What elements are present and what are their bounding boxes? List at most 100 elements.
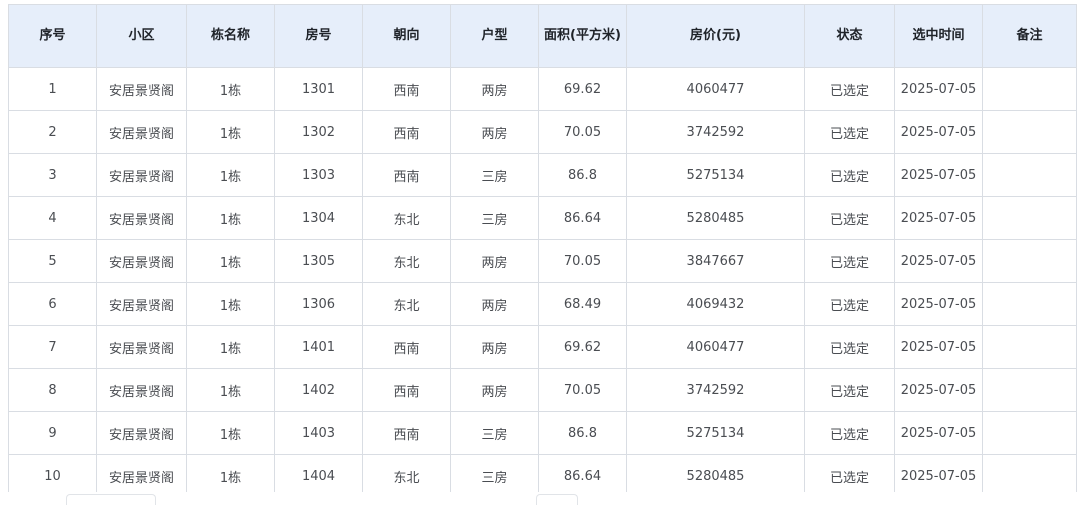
cell-price: 4060477 [626,67,805,111]
cell-status: 已选定 [804,196,895,240]
cell-selected-time: 2025-07-05 [894,153,983,197]
table-row: 8 安居景贤阁 1栋 1402 西南 两房 70.05 3742592 已选定 2025-07-0… [8,368,1077,412]
cell-layout: 两房 [450,282,539,326]
table-row: 4 安居景贤阁 1栋 1304 东北 三房 86.64 5280485 已选定 2025-07-0… [8,196,1077,240]
cell-remarks [982,282,1077,326]
cell-status: 已选定 [804,67,895,111]
cell-layout: 三房 [450,153,539,197]
cell-layout: 两房 [450,67,539,111]
cell-index: 6 [8,282,97,326]
cell-selected-time: 2025-07-05 [894,196,983,240]
cell-orientation: 西南 [362,411,451,455]
cell-status: 已选定 [804,411,895,455]
cell-remarks [982,411,1077,455]
cell-area: 86.64 [538,196,627,240]
cell-status: 已选定 [804,110,895,154]
table-row: 3 安居景贤阁 1栋 1303 西南 三房 86.8 5275134 已选定 2025-07-05 [8,153,1077,197]
cell-building: 1栋 [186,110,275,154]
cell-building: 1栋 [186,153,275,197]
cell-community: 安居景贤阁 [96,239,187,283]
cell-area: 68.49 [538,282,627,326]
cell-area: 69.62 [538,67,627,111]
cell-area: 70.05 [538,239,627,283]
table-body: 1 安居景贤阁 1栋 1301 西南 两房 69.62 4060477 已选定 2025-07-0… [8,67,1077,498]
column-header-room-number: 房号 [274,4,363,68]
cell-remarks [982,196,1077,240]
cell-community: 安居景贤阁 [96,325,187,369]
table-row: 9 安居景贤阁 1栋 1403 西南 三房 86.8 5275134 已选定 2025-07-05 [8,411,1077,455]
page-jump-input[interactable] [536,494,578,505]
cell-community: 安居景贤阁 [96,67,187,111]
cell-index: 1 [8,67,97,111]
cell-selected-time: 2025-07-05 [894,411,983,455]
column-header-orientation: 朝向 [362,4,451,68]
cell-selected-time: 2025-07-05 [894,282,983,326]
cell-building: 1栋 [186,239,275,283]
cell-orientation: 东北 [362,196,451,240]
cell-selected-time: 2025-07-05 [894,368,983,412]
cell-status: 已选定 [804,239,895,283]
table-row: 5 安居景贤阁 1栋 1305 东北 两房 70.05 3847667 已选定 2025-07-0… [8,239,1077,283]
cell-remarks [982,153,1077,197]
cell-status: 已选定 [804,368,895,412]
cell-index: 7 [8,325,97,369]
cell-area: 70.05 [538,110,627,154]
cell-community: 安居景贤阁 [96,368,187,412]
column-header-community: 小区 [96,4,187,68]
cell-index: 3 [8,153,97,197]
cell-status: 已选定 [804,282,895,326]
cell-building: 1栋 [186,282,275,326]
house-selection-table-container: 序号 小区 栋名称 房号 朝向 户型 面积(平方米) 房价(元) 状态 选中时间 备注 1 安居景贤阁… [8,4,1077,498]
cell-room-number: 1402 [274,368,363,412]
cell-remarks [982,110,1077,154]
page-size-select[interactable] [66,494,156,505]
cell-orientation: 西南 [362,67,451,111]
table-row: 7 安居景贤阁 1栋 1401 西南 两房 69.62 4060477 已选定 2025-07-0… [8,325,1077,369]
cell-room-number: 1304 [274,196,363,240]
column-header-layout: 户型 [450,4,539,68]
cell-price: 3742592 [626,368,805,412]
cell-selected-time: 2025-07-05 [894,67,983,111]
cell-room-number: 1301 [274,67,363,111]
cell-community: 安居景贤阁 [96,282,187,326]
cell-layout: 三房 [450,411,539,455]
cell-room-number: 1403 [274,411,363,455]
cell-area: 86.8 [538,153,627,197]
cell-price: 5275134 [626,153,805,197]
table-header-row: 序号 小区 栋名称 房号 朝向 户型 面积(平方米) 房价(元) 状态 选中时间 备注 [8,4,1077,68]
column-header-remarks: 备注 [982,4,1077,68]
cell-orientation: 西南 [362,368,451,412]
column-header-price: 房价(元) [626,4,805,68]
cell-building: 1栋 [186,325,275,369]
cell-selected-time: 2025-07-05 [894,110,983,154]
cell-orientation: 东北 [362,239,451,283]
cell-layout: 两房 [450,368,539,412]
table-row: 6 安居景贤阁 1栋 1306 东北 两房 68.49 4069432 已选定 2025-07-0… [8,282,1077,326]
cell-area: 70.05 [538,368,627,412]
cell-price: 5280485 [626,196,805,240]
cell-index: 8 [8,368,97,412]
column-header-index: 序号 [8,4,97,68]
cell-building: 1栋 [186,67,275,111]
cell-area: 86.8 [538,411,627,455]
cell-remarks [982,325,1077,369]
table-row: 2 安居景贤阁 1栋 1302 西南 两房 70.05 3742592 已选定 2025-07-0… [8,110,1077,154]
cell-orientation: 西南 [362,325,451,369]
cell-selected-time: 2025-07-05 [894,239,983,283]
cell-price: 4060477 [626,325,805,369]
column-header-selected-time: 选中时间 [894,4,983,68]
cell-selected-time: 2025-07-05 [894,325,983,369]
cell-status: 已选定 [804,153,895,197]
cell-building: 1栋 [186,196,275,240]
cell-layout: 三房 [450,196,539,240]
cell-price: 3742592 [626,110,805,154]
cell-community: 安居景贤阁 [96,196,187,240]
cell-index: 4 [8,196,97,240]
cell-building: 1栋 [186,368,275,412]
cell-remarks [982,67,1077,111]
cell-community: 安居景贤阁 [96,110,187,154]
cell-orientation: 东北 [362,282,451,326]
cell-orientation: 西南 [362,153,451,197]
column-header-status: 状态 [804,4,895,68]
cell-room-number: 1303 [274,153,363,197]
